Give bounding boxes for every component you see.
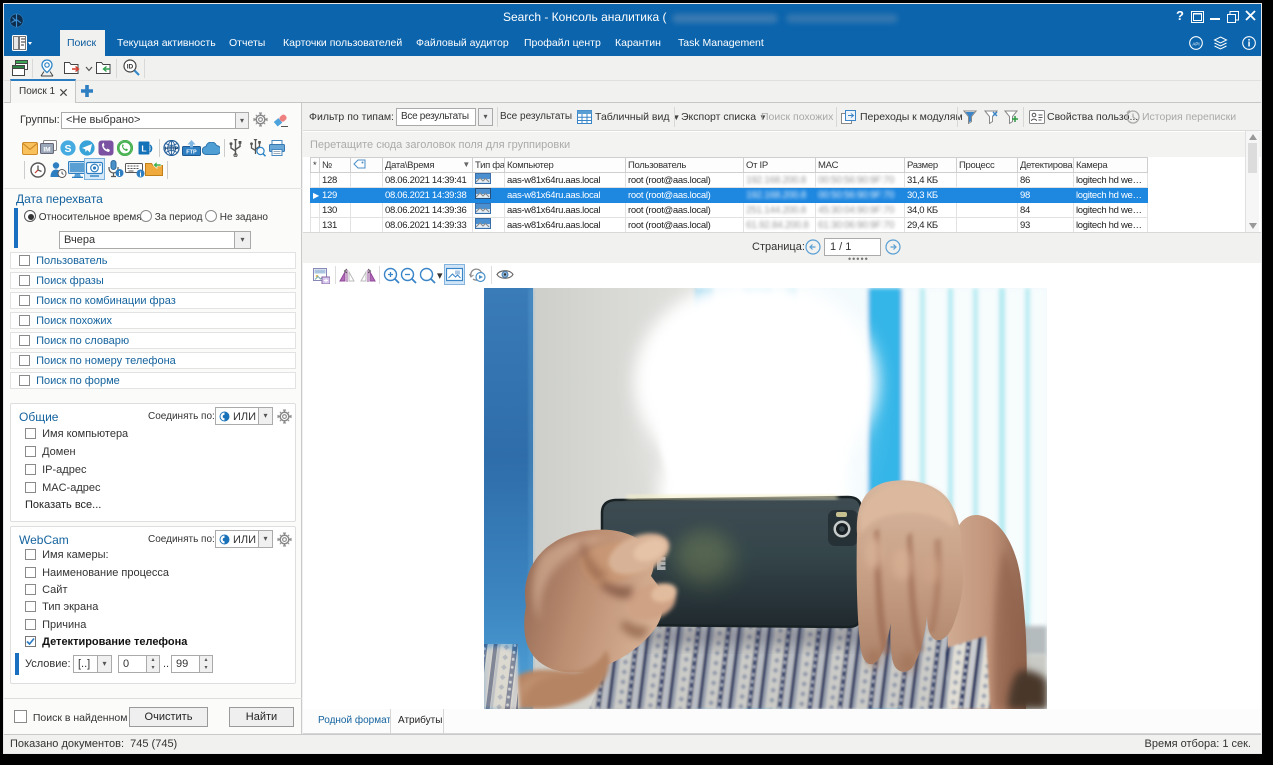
svg-text:API: API — [1192, 41, 1199, 46]
svg-text:HTTP: HTTP — [165, 146, 179, 152]
svg-text:IM: IM — [43, 147, 50, 154]
svg-text:S: S — [64, 143, 71, 155]
svg-text:i: i — [119, 170, 121, 178]
svg-text:L: L — [141, 144, 146, 154]
svg-text:i: i — [140, 170, 142, 178]
svg-text:FTP: FTP — [186, 150, 197, 156]
svg-text:ID: ID — [127, 64, 134, 71]
